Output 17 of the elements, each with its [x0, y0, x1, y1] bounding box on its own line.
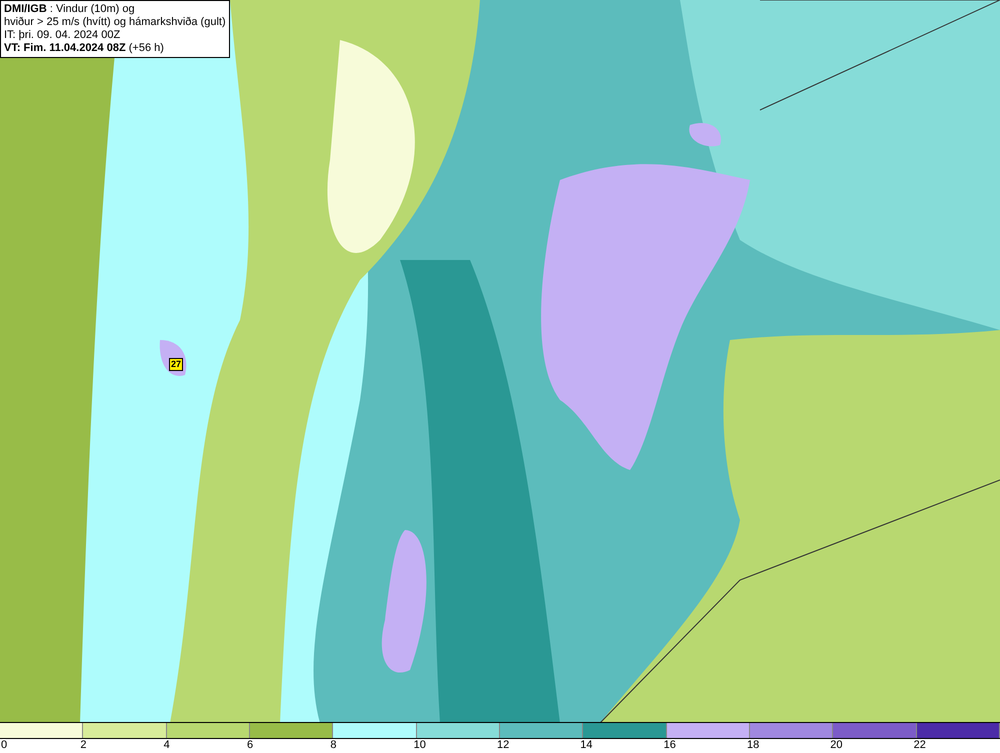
- info-text: VT: Fim. 11.04.2024 08Z (+56 h): [4, 42, 165, 55]
- scale-label: 6: [246, 739, 254, 753]
- scale-label: 20: [830, 739, 843, 753]
- scale-label: 8: [330, 739, 336, 753]
- info-text: hviður > 25 m/s (hvítt) og hámarkshviða (gult): [4, 16, 226, 29]
- scale-label: 18: [746, 739, 760, 753]
- info-text: DMI/IGB : Vindur (10m) og: [4, 3, 136, 16]
- scale-label: 14: [580, 739, 593, 753]
- scale-label: 16: [664, 739, 676, 753]
- gust-marker: 27: [169, 358, 184, 371]
- info-text: IT: þri. 09. 04. 2024 00Z: [4, 29, 122, 42]
- scale-label: 22: [914, 739, 926, 753]
- scale-label: 2: [80, 739, 86, 753]
- scale-label: 12: [496, 739, 510, 753]
- scale-label: 10: [414, 739, 426, 753]
- scale-label: 4: [164, 739, 170, 753]
- scale-label: 0: [1, 739, 8, 753]
